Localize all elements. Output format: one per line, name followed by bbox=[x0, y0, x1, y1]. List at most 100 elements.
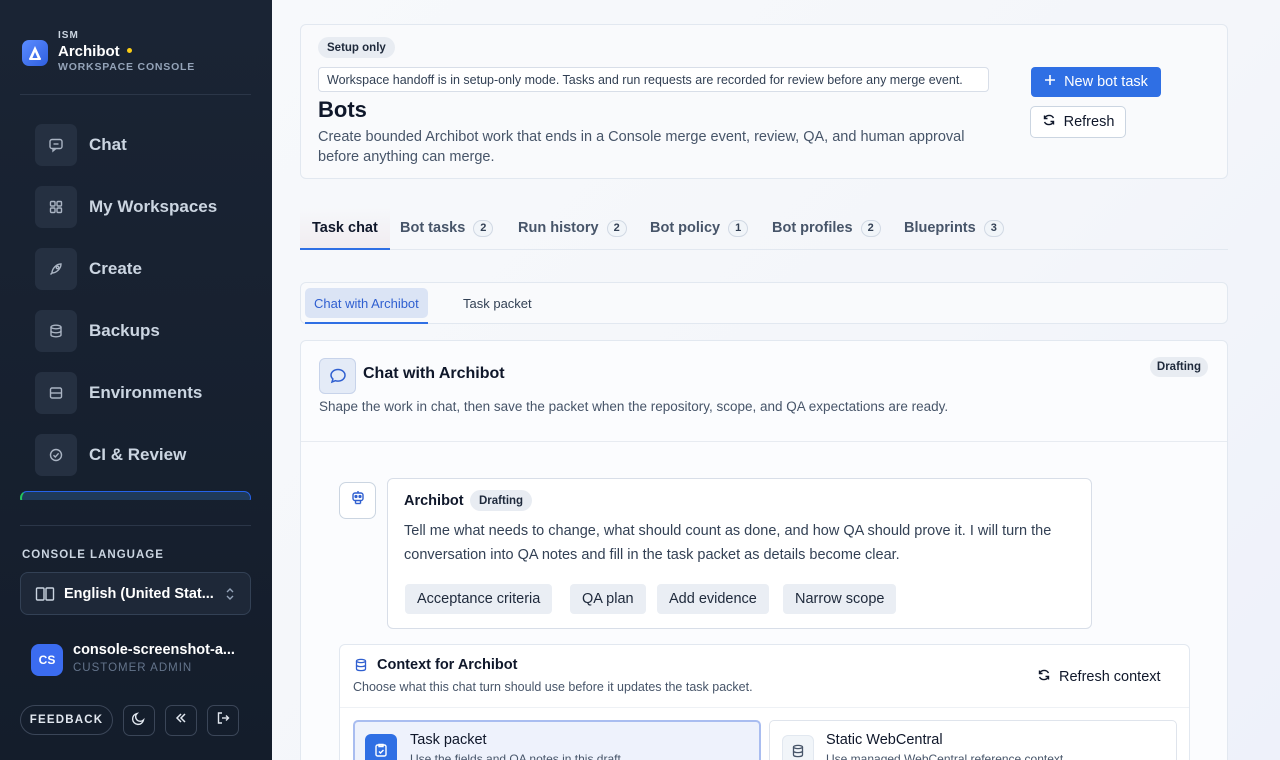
robot-icon bbox=[349, 489, 367, 512]
subtab-chat-with-archibot[interactable]: Chat with Archibot bbox=[305, 288, 428, 324]
context-panel: Context for Archibot Choose what this ch… bbox=[339, 644, 1190, 760]
divider bbox=[301, 441, 1227, 442]
sidebar-item-label: Environments bbox=[89, 383, 203, 402]
chip-add-evidence[interactable]: Add evidence bbox=[657, 584, 769, 614]
sign-out-button[interactable] bbox=[207, 705, 239, 736]
refresh-context-button[interactable]: Refresh context bbox=[1037, 667, 1161, 687]
count-badge: 2 bbox=[473, 219, 494, 237]
context-option-description: Use managed WebCentral reference context bbox=[826, 752, 1064, 760]
sidebar-divider bbox=[20, 94, 251, 95]
chat-title: Chat with Archibot bbox=[363, 365, 505, 382]
sidebar-item-label: CI & Review bbox=[89, 445, 187, 464]
chevron-updown-icon bbox=[225, 586, 235, 607]
plus-icon bbox=[1044, 74, 1056, 90]
avatar: CS bbox=[31, 644, 63, 676]
user-name: console-screenshot-a... bbox=[73, 642, 235, 658]
tab-task-chat[interactable]: Task chat bbox=[300, 207, 390, 250]
sidebar-item-ci-review[interactable]: CI & Review bbox=[20, 424, 251, 486]
sidebar-nav: Chat My Workspaces Create Backups Enviro… bbox=[20, 114, 251, 500]
subtab-task-packet[interactable]: Task packet bbox=[454, 288, 541, 318]
chat-panel: Chat with Archibot Drafting Shape the wo… bbox=[300, 340, 1228, 760]
tab-bot-profiles[interactable]: Bot profiles 2 bbox=[772, 207, 881, 249]
context-option-title: Static WebCentral bbox=[826, 732, 943, 748]
context-option-task-packet[interactable]: Task packet Use the fields and QA notes … bbox=[353, 720, 761, 760]
language-value: English (United Stat... bbox=[64, 585, 214, 602]
tab-bot-policy[interactable]: Bot policy 1 bbox=[650, 207, 749, 249]
subtab-bar: Chat with Archibot Task packet bbox=[300, 282, 1228, 324]
context-option-title: Task packet bbox=[410, 732, 487, 748]
refresh-icon bbox=[1042, 113, 1056, 131]
chevrons-left-icon bbox=[173, 710, 189, 731]
page-header: Setup only Workspace handoff is in setup… bbox=[300, 24, 1228, 179]
tab-bot-tasks[interactable]: Bot tasks 2 bbox=[400, 207, 494, 249]
feedback-button[interactable]: FEEDBACK bbox=[20, 705, 113, 735]
database-icon bbox=[354, 658, 368, 677]
sidebar: ISM Archibot WORKSPACE CONSOLE Chat My W… bbox=[0, 0, 272, 760]
chip-narrow-scope[interactable]: Narrow scope bbox=[783, 584, 897, 614]
message-text: Tell me what needs to change, what shoul… bbox=[404, 523, 1052, 563]
page-title: Bots bbox=[318, 97, 367, 122]
tab-label: Task chat bbox=[312, 220, 378, 236]
status-badge: Drafting bbox=[1149, 357, 1208, 377]
chat-bubble-icon bbox=[319, 358, 356, 394]
chip-qa-plan[interactable]: QA plan bbox=[570, 584, 646, 614]
sidebar-item-label: Chat bbox=[89, 135, 127, 154]
tab-bar: Task chat Bot tasks 2 Run history 2 Bot … bbox=[300, 207, 1228, 250]
tab-label: Blueprints bbox=[904, 220, 976, 236]
count-badge: 2 bbox=[860, 219, 881, 237]
database-icon bbox=[782, 735, 814, 760]
sidebar-item-create[interactable]: Create bbox=[20, 238, 251, 300]
sidebar-divider bbox=[20, 525, 251, 526]
tab-label: Run history bbox=[518, 220, 599, 236]
language-select[interactable]: English (United Stat... bbox=[20, 572, 251, 615]
refresh-context-label: Refresh context bbox=[1059, 669, 1161, 685]
database-icon bbox=[35, 310, 77, 352]
new-bot-task-label: New bot task bbox=[1064, 74, 1148, 90]
user-profile[interactable]: CS console-screenshot-a... CUSTOMER ADMI… bbox=[31, 641, 251, 681]
rocket-icon bbox=[35, 248, 77, 290]
setup-notice: Workspace handoff is in setup-only mode.… bbox=[318, 67, 989, 92]
collapse-sidebar-button[interactable] bbox=[165, 705, 197, 736]
check-circle-icon bbox=[35, 434, 77, 476]
sidebar-item-label: My Workspaces bbox=[89, 197, 218, 216]
sidebar-item-label: Create bbox=[89, 259, 142, 278]
theme-toggle-button[interactable] bbox=[123, 705, 155, 736]
divider bbox=[340, 707, 1189, 708]
chat-message: Archibot Drafting Tell me what needs to … bbox=[387, 478, 1092, 629]
status-badge: Setup only bbox=[318, 37, 395, 58]
sidebar-item-backups[interactable]: Backups bbox=[20, 300, 251, 362]
page-description: Create bounded Archibot work that ends i… bbox=[318, 129, 965, 165]
tab-run-history[interactable]: Run history 2 bbox=[518, 207, 627, 249]
tab-label: Bot tasks bbox=[400, 220, 466, 236]
moon-icon bbox=[131, 710, 147, 731]
sidebar-item-partial[interactable] bbox=[20, 491, 251, 500]
server-icon bbox=[35, 372, 77, 414]
bot-avatar bbox=[339, 482, 376, 519]
context-option-static-webcentral[interactable]: Static WebCentral Use managed WebCentral… bbox=[769, 720, 1177, 760]
context-description: Choose what this chat turn should use be… bbox=[353, 680, 753, 694]
count-badge: 3 bbox=[983, 219, 1004, 237]
refresh-label: Refresh bbox=[1063, 114, 1115, 130]
brand[interactable]: ISM Archibot WORKSPACE CONSOLE bbox=[22, 30, 252, 76]
count-badge: 2 bbox=[606, 219, 627, 237]
sidebar-item-chat[interactable]: Chat bbox=[20, 114, 251, 176]
tab-blueprints[interactable]: Blueprints 3 bbox=[904, 207, 1004, 249]
context-option-description: Use the fields and QA notes in this draf… bbox=[410, 752, 621, 760]
sidebar-item-environments[interactable]: Environments bbox=[20, 362, 251, 424]
message-author: Archibot bbox=[404, 493, 464, 509]
logout-icon bbox=[215, 710, 231, 731]
refresh-button[interactable]: Refresh bbox=[1030, 106, 1126, 138]
user-role: CUSTOMER ADMIN bbox=[73, 662, 193, 674]
context-title: Context for Archibot bbox=[377, 657, 518, 673]
brand-eyebrow: ISM bbox=[58, 30, 79, 41]
new-bot-task-button[interactable]: New bot task bbox=[1031, 67, 1161, 97]
status-dot-icon bbox=[127, 48, 132, 53]
book-icon bbox=[35, 586, 55, 607]
chip-acceptance-criteria[interactable]: Acceptance criteria bbox=[405, 584, 553, 614]
brand-subtitle: WORKSPACE CONSOLE bbox=[58, 61, 196, 73]
chat-description: Shape the work in chat, then save the pa… bbox=[319, 399, 949, 414]
sidebar-item-label: Backups bbox=[89, 321, 160, 340]
count-badge: 1 bbox=[728, 219, 749, 237]
language-label: CONSOLE LANGUAGE bbox=[22, 549, 164, 561]
sidebar-item-my-workspaces[interactable]: My Workspaces bbox=[20, 176, 251, 238]
